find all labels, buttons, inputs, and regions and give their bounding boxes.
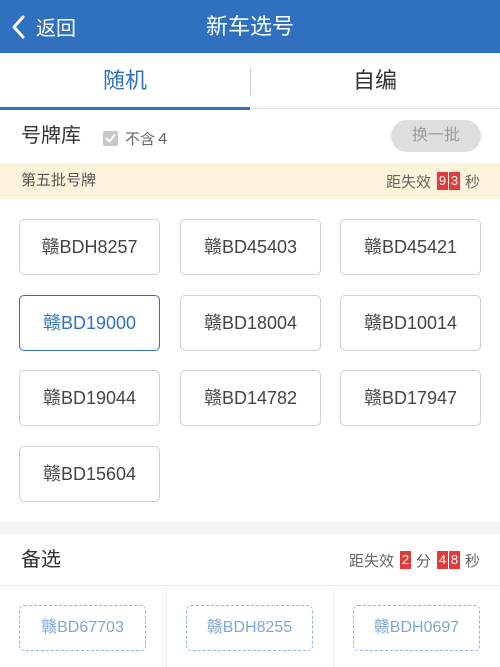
- plate-option[interactable]: 赣BD15604: [19, 446, 160, 502]
- page-title: 新车选号: [205, 14, 294, 39]
- countdown-prefix: 距失效: [348, 552, 394, 570]
- plate-grid: 赣BDH8257 赣BD45403 赣BD45421 赣BD19000 赣BD1…: [0, 200, 500, 522]
- countdown-unit: 秒: [464, 173, 480, 191]
- batch-bar: 第五批号牌 距失效 9 3 秒: [0, 163, 500, 199]
- checkbox-box: [103, 131, 118, 146]
- countdown-digit: 3: [448, 172, 460, 190]
- alternate-plate[interactable]: 赣BD67703: [19, 605, 146, 651]
- countdown-unit: 分: [415, 552, 431, 570]
- plate-option[interactable]: 赣BD19044: [19, 370, 160, 426]
- section-divider: [0, 522, 500, 534]
- plate-library-title: 号牌库: [21, 125, 81, 147]
- check-icon: [105, 134, 116, 143]
- exclude-four-checkbox[interactable]: 不含４: [103, 128, 170, 149]
- alternate-plate[interactable]: 赣BDH0697: [353, 605, 480, 651]
- column-divider: [333, 587, 334, 667]
- countdown-digit: 8: [448, 551, 460, 569]
- plate-option[interactable]: 赣BD10014: [340, 295, 481, 351]
- plate-option[interactable]: 赣BD45403: [180, 219, 321, 275]
- batch-label: 第五批号牌: [21, 172, 97, 189]
- countdown-digit: 2: [399, 551, 411, 569]
- alternate-plate[interactable]: 赣BDH8255: [186, 605, 313, 651]
- tab-random[interactable]: 随机: [0, 53, 250, 110]
- batch-countdown: 距失效 9 3 秒: [386, 163, 480, 199]
- exclude-four-label: 不含４: [125, 131, 171, 148]
- tab-random-label: 随机: [102, 68, 147, 93]
- change-batch-button[interactable]: 换一批: [391, 120, 481, 152]
- countdown-digit: 4: [436, 551, 448, 569]
- plate-option[interactable]: 赣BD18004: [180, 295, 321, 351]
- tab-custom[interactable]: 自编: [250, 53, 500, 109]
- countdown-prefix: 距失效: [385, 173, 431, 191]
- column-divider: [166, 587, 167, 667]
- tab-bar: 随机 自编: [0, 53, 500, 110]
- countdown-unit: 秒: [464, 552, 480, 570]
- plate-library-row: 号牌库 不含４ 换一批: [0, 110, 500, 162]
- plate-option[interactable]: 赣BDH8257: [19, 219, 160, 275]
- alternates-title: 备选: [21, 549, 61, 571]
- plate-option[interactable]: 赣BD14782: [180, 370, 321, 426]
- nav-bar: 返回 新车选号: [0, 0, 500, 53]
- alternates-list: 赣BD67703 赣BDH8255 赣BDH0697: [0, 587, 500, 667]
- alternates-header: 备选 距失效 2 分 4 8 秒: [0, 534, 500, 586]
- tab-custom-label: 自编: [352, 68, 397, 93]
- alternates-countdown: 距失效 2 分 4 8 秒: [349, 534, 480, 586]
- plate-option[interactable]: 赣BD17947: [340, 370, 481, 426]
- countdown-digit: 9: [436, 172, 448, 190]
- plate-option-selected[interactable]: 赣BD19000: [19, 295, 160, 351]
- plate-option[interactable]: 赣BD45421: [340, 219, 481, 275]
